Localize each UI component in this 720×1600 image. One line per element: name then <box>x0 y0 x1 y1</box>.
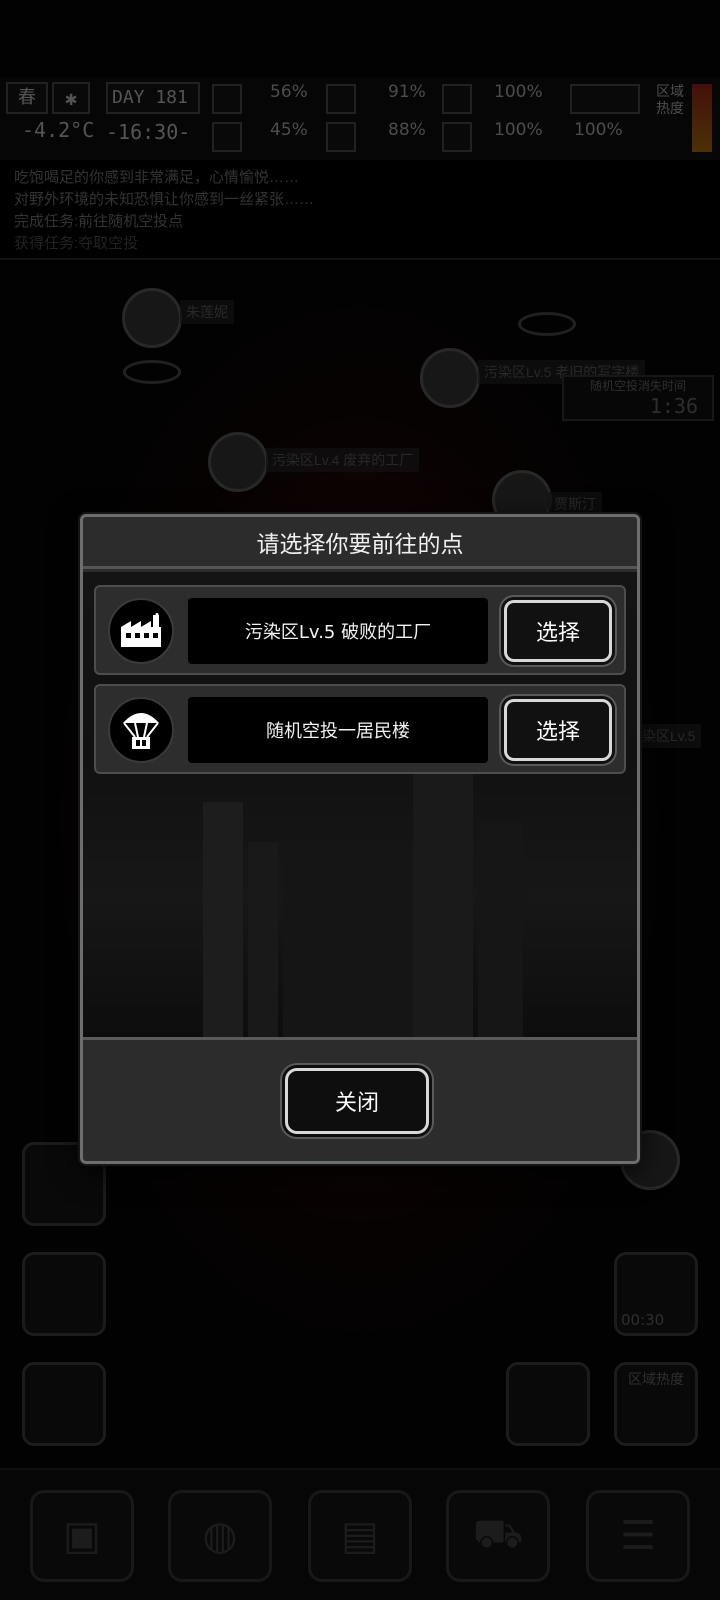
option-row: 随机空投一居民楼 选择 <box>94 684 626 774</box>
option-row: 污染区Lv.5 破败的工厂 选择 <box>94 585 626 675</box>
ruin-silhouette <box>203 802 243 1037</box>
dialog-body: 污染区Lv.5 破败的工厂 选择 随机空投一居民楼 选择 <box>83 572 637 1040</box>
select-airdrop-button[interactable]: 选择 <box>504 699 612 761</box>
ruin-silhouette <box>478 822 523 1037</box>
ruin-silhouette <box>283 852 413 1037</box>
ruin-silhouette <box>248 842 278 1037</box>
parachute-icon <box>108 697 174 763</box>
ruin-silhouette <box>413 762 473 1037</box>
close-button[interactable]: 关闭 <box>285 1068 429 1134</box>
select-factory-button[interactable]: 选择 <box>504 600 612 662</box>
dialog-title: 请选择你要前往的点 <box>83 517 637 569</box>
option-label: 随机空投一居民楼 <box>188 697 488 763</box>
destination-dialog: 请选择你要前往的点 污染区Lv.5 破败的工厂 选择 随机空投一居民楼 选择 关… <box>80 514 640 1164</box>
factory-icon <box>108 598 174 664</box>
option-label: 污染区Lv.5 破败的工厂 <box>188 598 488 664</box>
